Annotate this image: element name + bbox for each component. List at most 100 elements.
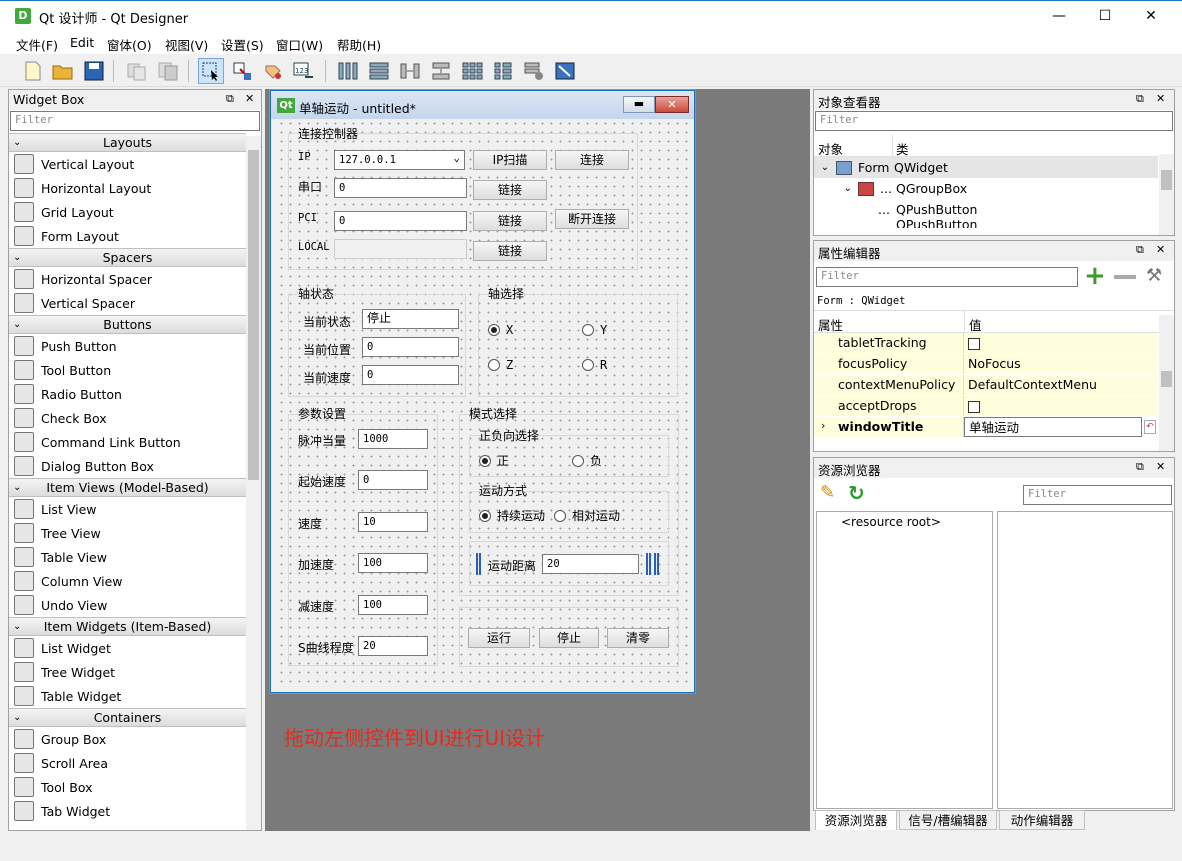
category-header[interactable]: ⌄ Buttons (9, 315, 246, 334)
param-input[interactable]: 100 (358, 553, 428, 573)
widget-item[interactable]: Tool Button (9, 358, 261, 382)
param-input[interactable]: 1000 (358, 429, 428, 449)
layout-horizontal-icon[interactable] (335, 58, 361, 84)
widget-item[interactable]: Scroll Area (9, 751, 261, 775)
widget-item[interactable]: Column View (9, 569, 261, 593)
object-scrollbar[interactable] (1159, 154, 1174, 235)
serial-link-button[interactable]: 链接 (473, 180, 547, 200)
category-header[interactable]: ⌄ Layouts (9, 133, 246, 152)
category-header[interactable]: ⌄ Containers (9, 708, 246, 727)
edit-signals-icon[interactable] (229, 58, 255, 84)
zero-button[interactable]: 清零 (607, 628, 669, 648)
param-input[interactable]: 100 (358, 595, 428, 615)
widget-item[interactable]: Group Box (9, 727, 261, 751)
serial-input[interactable]: 0 (334, 178, 467, 198)
tree-row[interactable]: ⌄... QGroupBox (814, 178, 1174, 199)
layout-form-icon[interactable] (490, 58, 516, 84)
object-filter-input[interactable]: Filter (815, 111, 1173, 131)
checkbox[interactable] (968, 337, 980, 350)
param-input[interactable]: 0 (358, 470, 428, 490)
add-icon[interactable]: + (1084, 263, 1106, 289)
widget-item[interactable]: Radio Button (9, 382, 261, 406)
param-input[interactable]: 10 (358, 512, 428, 532)
param-input[interactable]: 20 (358, 636, 428, 656)
widget-item[interactable]: Horizontal Layout (9, 176, 261, 200)
layout-vertical-icon[interactable] (366, 58, 392, 84)
axis-z-radio[interactable]: Z (488, 358, 513, 372)
local-input[interactable] (334, 239, 467, 259)
motion-continuous-radio[interactable]: 持续运动 (479, 507, 545, 524)
property-scrollbar[interactable] (1159, 315, 1174, 451)
axis-y-radio[interactable]: Y (582, 323, 607, 337)
widget-item[interactable]: Tool Box (9, 775, 261, 799)
cur-speed-input[interactable]: 0 (362, 365, 459, 385)
copy-icon[interactable] (155, 58, 181, 84)
widget-item[interactable]: Tree View (9, 521, 261, 545)
widget-item[interactable]: Tab Widget (9, 799, 261, 823)
widget-item[interactable]: Form Layout (9, 224, 261, 248)
axis-x-radio[interactable]: X (488, 323, 513, 337)
widget-box-scrollbar[interactable] (246, 136, 261, 830)
layout-splitter-h-icon[interactable] (397, 58, 423, 84)
form-window[interactable]: Qt 单轴运动 - untitled* ▬ ✕ 连接控制器 IP 127.0.0… (270, 90, 695, 693)
widget-item[interactable]: Horizontal Spacer (9, 267, 261, 291)
cur-state-input[interactable]: 停止 (362, 309, 459, 329)
float-icon[interactable]: ⧉ (1136, 92, 1144, 106)
widget-item[interactable]: Vertical Layout (9, 152, 261, 176)
tree-row[interactable]: QPushButton (814, 220, 1174, 228)
prop-row-acceptdrops[interactable]: acceptDrops (814, 396, 1158, 417)
pci-link-button[interactable]: 链接 (473, 211, 547, 231)
pencil-icon[interactable]: ✎ (820, 482, 835, 503)
motion-relative-radio[interactable]: 相对运动 (554, 507, 620, 524)
checkbox[interactable] (968, 400, 980, 413)
widget-item[interactable]: Push Button (9, 334, 261, 358)
dir-negative-radio[interactable]: 负 (572, 452, 602, 469)
prop-row-windowtitle[interactable]: › windowTitle 单轴运动 ↶ (814, 417, 1158, 438)
close-icon[interactable]: ✕ (1156, 92, 1165, 105)
adjust-size-icon[interactable] (552, 58, 578, 84)
menu-form[interactable]: 窗体(O) (107, 35, 152, 54)
float-icon[interactable]: ⧉ (1136, 243, 1144, 257)
edit-tab-order-icon[interactable]: 123 (291, 58, 317, 84)
resource-filter-input[interactable]: Filter (1023, 485, 1172, 505)
close-icon[interactable]: ✕ (1156, 243, 1165, 256)
edit-buddies-icon[interactable] (260, 58, 286, 84)
widget-item[interactable]: Table Widget (9, 684, 261, 708)
widget-item[interactable]: List View (9, 497, 261, 521)
resource-tree[interactable]: <resource root> (816, 511, 993, 809)
widget-item[interactable]: Vertical Spacer (9, 291, 261, 315)
param-group[interactable] (288, 414, 438, 666)
category-header[interactable]: ⌄ Spacers (9, 248, 246, 267)
close-icon[interactable]: ✕ (1156, 460, 1165, 473)
axis-select-group[interactable] (478, 294, 678, 397)
minimize-button[interactable]: — (1036, 1, 1082, 31)
new-file-icon[interactable] (20, 58, 46, 84)
menu-view[interactable]: 视图(V) (165, 35, 208, 54)
tab-resource-browser[interactable]: 资源浏览器 (815, 810, 897, 830)
maximize-button[interactable]: ☐ (1082, 1, 1128, 31)
cur-pos-input[interactable]: 0 (362, 337, 459, 357)
tab-signal-slot-editor[interactable]: 信号/槽编辑器 (899, 810, 997, 830)
close-icon[interactable]: ✕ (245, 92, 254, 105)
edit-widgets-icon[interactable] (198, 58, 224, 84)
resource-list[interactable] (997, 511, 1173, 809)
menu-edit[interactable]: Edit (70, 35, 94, 50)
close-button[interactable]: ✕ (1128, 1, 1174, 31)
float-icon[interactable]: ⧉ (1136, 460, 1144, 474)
break-layout-icon[interactable] (521, 58, 547, 84)
widget-item[interactable]: Dialog Button Box (9, 454, 261, 478)
tab-action-editor[interactable]: 动作编辑器 (999, 810, 1085, 830)
reset-icon[interactable]: ↶ (1144, 420, 1156, 434)
save-icon[interactable] (81, 58, 107, 84)
layout-splitter-v-icon[interactable] (428, 58, 454, 84)
connect-button[interactable]: 连接 (555, 150, 629, 170)
pci-input[interactable]: 0 (334, 211, 467, 231)
tree-row[interactable]: ⌄ Form QWidget (814, 157, 1158, 178)
remove-icon[interactable] (1114, 275, 1136, 279)
float-icon[interactable]: ⧉ (226, 92, 234, 106)
wrench-icon[interactable]: ⚒ (1146, 265, 1162, 286)
widget-item[interactable]: List Widget (9, 636, 261, 660)
category-header[interactable]: ⌄ Item Views (Model-Based) (9, 478, 246, 497)
widget-item[interactable]: Undo View (9, 593, 261, 617)
open-folder-icon[interactable] (50, 58, 76, 84)
